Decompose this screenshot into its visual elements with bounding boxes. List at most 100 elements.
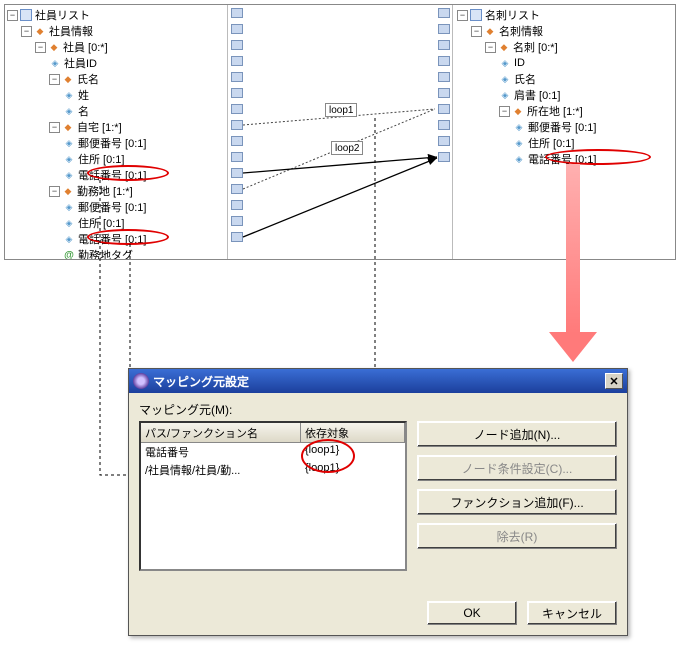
expander-icon[interactable]: − [457,10,468,21]
port[interactable] [438,136,450,146]
attr-icon [63,153,75,165]
port[interactable] [438,24,450,34]
tree-item[interactable]: 名刺 [0:*] [512,39,559,55]
port[interactable] [231,104,243,114]
port[interactable] [231,88,243,98]
attribute-icon [63,249,75,259]
cancel-button[interactable]: キャンセル [527,601,617,625]
port[interactable] [438,120,450,130]
attr-icon [513,153,525,165]
target-ports [435,5,453,259]
tree-item[interactable]: 氏名 [513,71,537,87]
tree-item[interactable]: 住所 [0:1] [77,151,125,167]
port[interactable] [438,88,450,98]
port[interactable] [438,152,450,162]
tree-root[interactable]: 名刺リスト [484,7,541,23]
port[interactable] [438,40,450,50]
expander-icon[interactable]: − [7,10,18,21]
element-icon [48,41,60,53]
dialog-title: マッピング元設定 [153,373,249,390]
col-path[interactable]: パス/ファンクション名 [141,423,301,442]
tree-item[interactable]: 住所 [0:1] [527,135,575,151]
mapping-grid[interactable]: パス/ファンクション名 依存対象 電話番号 {loop1} /社員情報/社員/勤… [139,421,407,571]
ok-button[interactable]: OK [427,601,517,625]
port[interactable] [231,120,243,130]
mapping-source-dialog: マッピング元設定 ✕ マッピング元(M): パス/ファンクション名 依存対象 電… [128,368,628,636]
expander-icon[interactable]: − [49,74,60,85]
element-icon [498,41,510,53]
table-row[interactable]: 電話番号 {loop1} [141,443,405,461]
port[interactable] [231,40,243,50]
tree-item[interactable]: 電話番号 [0:1] [77,231,147,247]
col-depends[interactable]: 依存対象 [301,423,405,442]
attr-icon [63,105,75,117]
expander-icon[interactable]: − [499,106,510,117]
tree-item[interactable]: 社員ID [63,55,98,71]
element-icon [34,25,46,37]
element-icon [62,185,74,197]
dialog-titlebar[interactable]: マッピング元設定 ✕ [129,369,627,393]
port[interactable] [438,104,450,114]
tree-item[interactable]: 郵便番号 [0:1] [77,199,147,215]
tree-item[interactable]: 姓 [77,87,90,103]
attr-icon [49,57,61,69]
table-row[interactable]: /社員情報/社員/勤... {loop1} [141,461,405,479]
tree-item[interactable]: 社員情報 [48,23,94,39]
tree-item[interactable]: ID [513,57,526,69]
tree-root[interactable]: 社員リスト [34,7,91,23]
port[interactable] [438,56,450,66]
tree-item[interactable]: 名 [77,103,90,119]
loop2-label[interactable]: loop2 [331,141,363,155]
tree-item[interactable]: 自宅 [1:*] [76,119,123,135]
expander-icon[interactable]: − [21,26,32,37]
tree-item[interactable]: 社員 [0:*] [62,39,109,55]
tree-item[interactable]: 名刺情報 [498,23,544,39]
target-tree[interactable]: −名刺リスト −名刺情報 −名刺 [0:*] ID 氏名 肩書 [0:1] −所… [455,5,675,259]
remove-button[interactable]: 除去(R) [417,523,617,549]
tree-item[interactable]: 所在地 [1:*] [526,103,584,119]
tree-item[interactable]: 勤務地タグ [77,247,134,259]
tree-item[interactable]: 住所 [0:1] [77,215,125,231]
mapping-source-label: マッピング元(M): [139,401,617,418]
add-node-button[interactable]: ノード追加(N)... [417,421,617,447]
expander-icon[interactable]: − [471,26,482,37]
attr-icon [513,121,525,133]
attr-icon [513,137,525,149]
tree-item[interactable]: 氏名 [76,71,100,87]
doc-icon [20,9,32,21]
expander-icon[interactable]: − [35,42,46,53]
tree-item[interactable]: 肩書 [0:1] [513,87,561,103]
tree-item[interactable]: 郵便番号 [0:1] [77,135,147,151]
source-tree[interactable]: −社員リスト −社員情報 −社員 [0:*] 社員ID −氏名 姓 名 −自宅 … [5,5,225,259]
tree-item[interactable]: 電話番号 [0:1] [77,167,147,183]
tree-item[interactable]: 勤務地 [1:*] [76,183,134,199]
expander-icon[interactable]: − [49,186,60,197]
port[interactable] [231,216,243,226]
cell-path: /社員情報/社員/勤... [141,461,301,479]
cell-path: 電話番号 [141,443,301,461]
port[interactable] [231,136,243,146]
port[interactable] [231,200,243,210]
tree-item[interactable]: 電話番号 [0:1] [527,151,597,167]
doc-icon [470,9,482,21]
add-function-button[interactable]: ファンクション追加(F)... [417,489,617,515]
close-button[interactable]: ✕ [605,373,623,389]
port[interactable] [438,8,450,18]
expander-icon[interactable]: − [485,42,496,53]
element-icon [512,105,524,117]
port[interactable] [231,8,243,18]
port[interactable] [231,56,243,66]
mapping-editor: −社員リスト −社員情報 −社員 [0:*] 社員ID −氏名 姓 名 −自宅 … [4,4,676,260]
loop1-label[interactable]: loop1 [325,103,357,117]
expander-icon[interactable]: − [49,122,60,133]
attr-icon [63,137,75,149]
port[interactable] [438,72,450,82]
port[interactable] [231,232,243,242]
port[interactable] [231,152,243,162]
port[interactable] [231,72,243,82]
port[interactable] [231,24,243,34]
port[interactable] [231,184,243,194]
tree-item[interactable]: 郵便番号 [0:1] [527,119,597,135]
node-condition-button[interactable]: ノード条件設定(C)... [417,455,617,481]
port[interactable] [231,168,243,178]
